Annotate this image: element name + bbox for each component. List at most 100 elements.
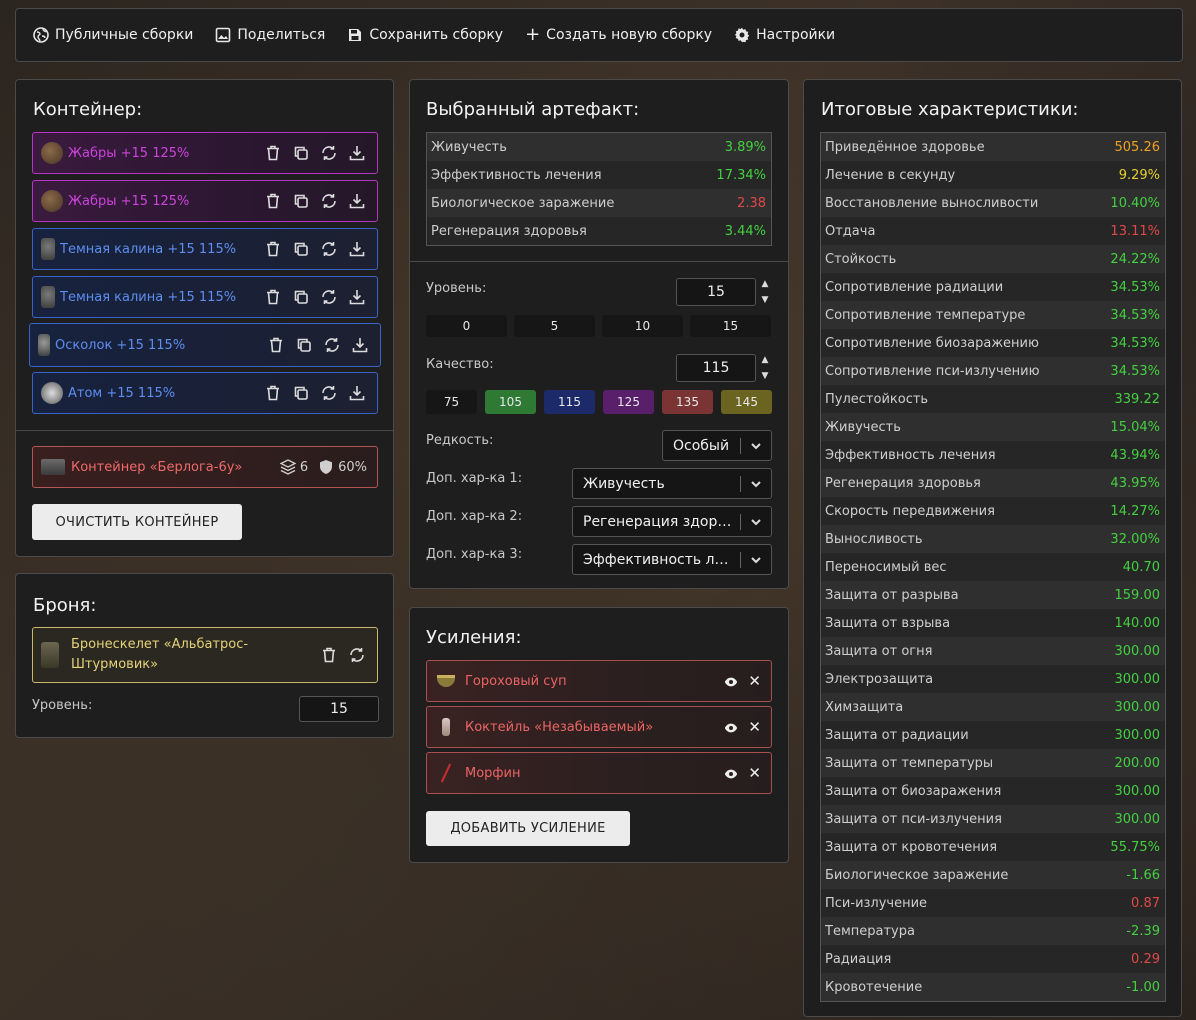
close-icon[interactable]: ✕ [748, 764, 761, 782]
quality-preset-button[interactable]: 115 [544, 390, 595, 414]
container-slot[interactable]: Темная калина +15 115% [32, 228, 378, 270]
stat-value: 300.00 [1114, 727, 1161, 743]
rarity-select[interactable]: Особый [662, 430, 772, 461]
armor-name-line1: Бронескелет «Альбатрос- [71, 637, 249, 652]
swap-icon[interactable] [347, 645, 367, 665]
extra3-label: Доп. хар-ка 3: [426, 547, 523, 562]
trash-icon[interactable] [263, 383, 283, 403]
copy-icon[interactable] [291, 287, 311, 307]
swap-icon[interactable] [319, 383, 339, 403]
quality-preset-button[interactable]: 105 [485, 390, 536, 414]
stat-name: Приведённое здоровье [825, 139, 985, 155]
container-item[interactable]: Контейнер «Берлога-6у» 6 60% [32, 446, 378, 488]
copy-icon[interactable] [291, 143, 311, 163]
add-boost-button[interactable]: ДОБАВИТЬ УСИЛЕНИЕ [426, 811, 630, 846]
artifact-level-input[interactable]: 15 [676, 278, 756, 306]
stat-name: Переносимый вес [825, 559, 947, 575]
level-preset-button[interactable]: 10 [602, 315, 683, 337]
stat-value: 300.00 [1114, 671, 1161, 687]
level-preset-button[interactable]: 0 [426, 315, 507, 337]
quality-preset-button[interactable]: 75 [426, 390, 477, 414]
artifact-thumbnail [41, 190, 63, 212]
extra3-select[interactable]: Эффективность лечения [572, 544, 772, 575]
copy-icon[interactable] [291, 191, 311, 211]
quality-preset-button[interactable]: 135 [662, 390, 713, 414]
stat-name: Температура [825, 923, 915, 939]
trash-icon[interactable] [263, 239, 283, 259]
chevron-down-icon[interactable]: ▼ [762, 295, 769, 305]
stat-row: Эффективность лечения 17.34% [427, 161, 771, 189]
trash-icon[interactable] [263, 287, 283, 307]
level-preset-button[interactable]: 5 [514, 315, 595, 337]
nav-public-builds[interactable]: Публичные сборки [33, 27, 193, 43]
copy-icon[interactable] [291, 239, 311, 259]
trash-icon[interactable] [319, 645, 339, 665]
trash-icon[interactable] [263, 143, 283, 163]
nav-save-build[interactable]: Сохранить сборку [347, 27, 503, 43]
nav-share[interactable]: Поделиться [215, 27, 325, 43]
chevron-down-icon [749, 515, 763, 529]
extra1-select[interactable]: Живучесть [572, 468, 772, 499]
stat-value: 43.94% [1110, 447, 1160, 463]
plus-icon: + [525, 24, 541, 45]
swap-icon[interactable] [319, 287, 339, 307]
download-icon[interactable] [347, 143, 367, 163]
level-preset-button[interactable]: 15 [690, 315, 771, 337]
boost-item[interactable]: Морфин ✕ [426, 752, 772, 794]
copy-icon[interactable] [294, 335, 314, 355]
stat-value: 2.38 [737, 195, 766, 211]
artifact-quality-spinner[interactable]: ▲ ▼ [760, 355, 770, 381]
boost-item[interactable]: Коктейль «Незабываемый» ✕ [426, 706, 772, 748]
clear-container-button[interactable]: ОЧИСТИТЬ КОНТЕЙНЕР [32, 504, 242, 540]
nav-settings[interactable]: Настройки [734, 27, 835, 43]
artifact-level-spinner[interactable]: ▲ ▼ [760, 279, 770, 305]
chevron-down-icon[interactable]: ▼ [762, 371, 769, 381]
extra2-select[interactable]: Регенерация здоровья [572, 506, 772, 537]
chevron-up-icon[interactable]: ▲ [762, 279, 769, 289]
copy-icon[interactable] [291, 383, 311, 403]
close-icon[interactable]: ✕ [748, 672, 761, 690]
swap-icon[interactable] [322, 335, 342, 355]
stat-name: Стойкость [825, 251, 897, 267]
eye-icon[interactable] [724, 674, 738, 688]
download-icon[interactable] [347, 287, 367, 307]
eye-icon[interactable] [724, 720, 738, 734]
stat-row: Восстановление выносливости 10.40% [821, 189, 1165, 217]
armor-level-input[interactable]: 15 [299, 696, 379, 722]
swap-icon[interactable] [319, 191, 339, 211]
stat-row: Кровотечение -1.00 [821, 973, 1165, 1001]
download-icon[interactable] [347, 383, 367, 403]
armor-item-name: Бронескелет «Альбатрос- Штурмовик» [71, 635, 319, 675]
artifact-quality-input[interactable]: 115 [676, 354, 756, 382]
trash-icon[interactable] [266, 335, 286, 355]
download-icon[interactable] [347, 239, 367, 259]
quality-preset-button[interactable]: 145 [721, 390, 772, 414]
boost-item[interactable]: Гороховый суп ✕ [426, 660, 772, 702]
download-icon[interactable] [347, 191, 367, 211]
nav-public-builds-label: Публичные сборки [55, 27, 194, 43]
download-icon[interactable] [350, 335, 370, 355]
stat-name: Живучесть [825, 419, 901, 435]
chevron-up-icon[interactable]: ▲ [762, 355, 769, 365]
container-slot[interactable]: Жабры +15 125% [32, 180, 378, 222]
swap-icon[interactable] [319, 239, 339, 259]
artifact-thumbnail [41, 382, 63, 404]
trash-icon[interactable] [263, 191, 283, 211]
container-slot[interactable]: Атом +15 115% [32, 372, 378, 414]
stat-row: Пси-излучение 0.87 [821, 889, 1165, 917]
container-slot[interactable]: Темная калина +15 115% [32, 276, 378, 318]
stat-value: 505.26 [1114, 139, 1161, 155]
stat-row: Защита от взрыва 140.00 [821, 609, 1165, 637]
container-slot[interactable]: Жабры +15 125% [32, 132, 378, 174]
eye-icon[interactable] [724, 766, 738, 780]
close-icon[interactable]: ✕ [748, 718, 761, 736]
quality-preset-button[interactable]: 125 [603, 390, 654, 414]
armor-title: Броня: [33, 595, 97, 616]
extra2-label: Доп. хар-ка 2: [426, 509, 523, 524]
swap-icon[interactable] [319, 143, 339, 163]
nav-create-build[interactable]: + Создать новую сборку [525, 24, 712, 45]
stat-value: -1.00 [1126, 979, 1160, 995]
shield-icon [320, 460, 333, 474]
armor-item[interactable]: Бронескелет «Альбатрос- Штурмовик» [32, 627, 378, 683]
container-slot[interactable]: Осколок +15 115% [29, 323, 381, 367]
